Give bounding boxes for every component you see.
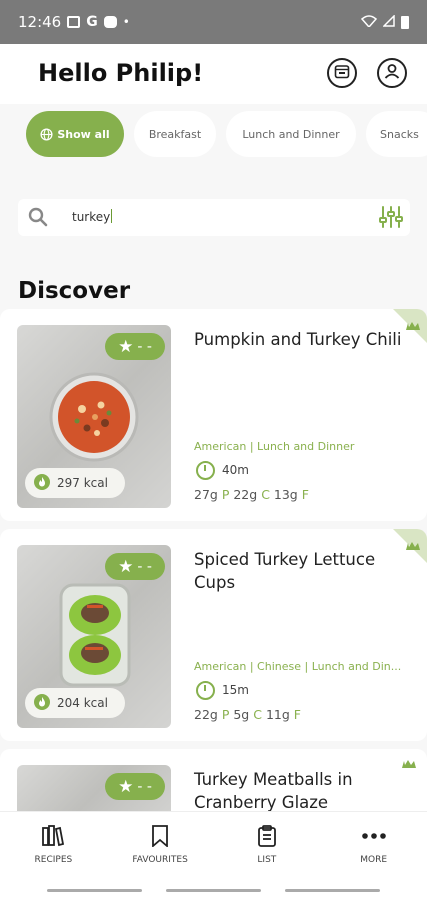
books-icon <box>41 824 65 851</box>
recipe-title: Spiced Turkey Lettuce Cups <box>194 550 376 592</box>
wifi-icon <box>360 14 378 30</box>
youtube-icon <box>103 16 117 28</box>
star-icon: ★ <box>118 556 134 577</box>
kcal-badge: 204 kcal <box>25 688 125 718</box>
section-title-discover: Discover <box>18 278 131 304</box>
nav-recipes[interactable]: RECIPES <box>8 824 98 865</box>
rating-value: - - <box>137 558 152 575</box>
nav-more[interactable]: MORE <box>329 825 419 865</box>
signal-icon <box>382 13 395 30</box>
greeting-title: Hello Philip! <box>38 59 204 87</box>
chip-lunch-and-dinner[interactable]: Lunch and Dinner <box>226 111 356 157</box>
status-bar: 12:46 G • <box>0 0 427 44</box>
search-bar[interactable]: turkey <box>18 199 410 236</box>
recipe-card[interactable]: ★ - - 204 kcal Spiced Turkey Lettuce Cup… <box>0 529 427 741</box>
chip-label: Snacks <box>380 127 419 141</box>
recipe-cuisine: American | Lunch and Dinner <box>194 440 355 453</box>
gesture-handle <box>47 889 142 892</box>
app-header: Hello Philip! <box>0 44 427 104</box>
time-value: 40m <box>222 463 249 477</box>
kcal-value: 204 kcal <box>57 696 108 710</box>
calendar-button[interactable] <box>327 58 357 88</box>
nav-label: MORE <box>360 854 388 865</box>
clock-icon <box>196 680 215 700</box>
star-icon: ★ <box>118 336 134 357</box>
more-dots-icon <box>361 825 387 851</box>
recipe-title: Pumpkin and Turkey Chili <box>194 330 402 349</box>
google-icon: G <box>86 14 98 30</box>
nav-label: FAVOURITES <box>132 854 188 865</box>
notification-dot: • <box>122 15 130 29</box>
recipe-macros: 22g P 5g C 11g F <box>194 707 301 722</box>
recipe-image: ★ - - 297 kcal <box>17 325 171 508</box>
chip-label: Lunch and Dinner <box>242 127 340 141</box>
gesture-handle <box>285 889 380 892</box>
chip-breakfast[interactable]: Breakfast <box>134 111 216 157</box>
recipe-title: Turkey Meatballs in Cranberry Glaze <box>194 770 353 811</box>
rating-badge: ★ - - <box>105 333 165 360</box>
star-icon: ★ <box>118 776 134 797</box>
recipe-image: ★ - - <box>17 765 171 811</box>
chip-label: Breakfast <box>148 127 202 141</box>
kcal-badge: 297 kcal <box>25 468 125 498</box>
recipe-time: 40m <box>196 459 249 481</box>
nav-favourites[interactable]: FAVOURITES <box>115 824 205 865</box>
gesture-handle <box>166 889 261 892</box>
rating-value: - - <box>137 338 152 355</box>
nav-label: RECIPES <box>34 854 73 865</box>
profile-button[interactable] <box>377 58 407 88</box>
time-value: 15m <box>222 683 249 697</box>
globe-icon <box>40 127 53 141</box>
flame-icon <box>33 473 51 494</box>
rating-value: - - <box>137 778 152 795</box>
nav-label: LIST <box>257 854 277 865</box>
user-icon <box>383 62 401 84</box>
battery-icon <box>401 15 409 29</box>
search-icon <box>27 206 49 232</box>
search-input[interactable]: turkey <box>72 209 113 224</box>
bookmark-icon <box>151 824 169 851</box>
chip-label: Show all <box>57 127 110 141</box>
calendar-icon <box>334 63 350 83</box>
recipe-macros: 27g P 22g C 13g F <box>194 487 309 502</box>
filter-sliders-icon[interactable] <box>379 205 403 233</box>
clipboard-icon <box>257 824 277 851</box>
kcal-value: 297 kcal <box>57 476 108 490</box>
recipe-time: 15m <box>196 679 249 701</box>
gesture-bar <box>0 877 427 900</box>
chip-snacks[interactable]: Snacks <box>366 111 427 157</box>
flame-icon <box>33 693 51 714</box>
recipe-card[interactable]: ★ - - Turkey Meatballs in Cranberry Glaz… <box>0 749 427 811</box>
rating-badge: ★ - - <box>105 553 165 580</box>
clock-icon <box>196 460 215 480</box>
recipe-image: ★ - - 204 kcal <box>17 545 171 728</box>
category-chips: Show all Breakfast Lunch and Dinner Snac… <box>0 111 427 157</box>
recipe-card[interactable]: ★ - - 297 kcal Pumpkin and Turkey Chili … <box>0 309 427 521</box>
chip-show-all[interactable]: Show all <box>26 111 124 157</box>
status-time: 12:46 <box>18 13 62 31</box>
gallery-icon <box>67 16 81 28</box>
nav-list[interactable]: LIST <box>222 824 312 865</box>
rating-badge: ★ - - <box>105 773 165 800</box>
bottom-navigation: RECIPES FAVOURITES LIST MORE <box>0 811 427 877</box>
recipe-cuisine: American | Chinese | Lunch and Din... <box>194 660 402 673</box>
